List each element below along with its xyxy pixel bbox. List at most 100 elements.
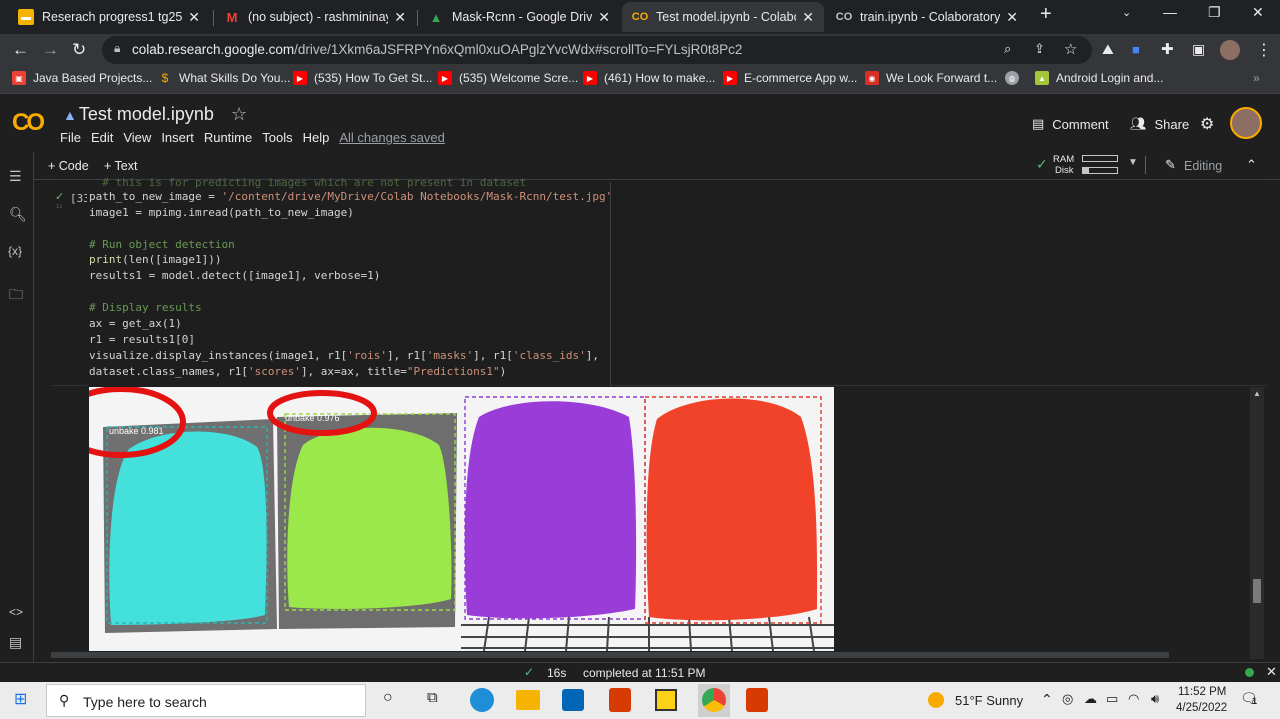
sticky-notes-icon[interactable] xyxy=(655,689,677,711)
prediction-output-image: unbake 0.981 unbake 0.976 xyxy=(89,387,834,651)
share-page-icon[interactable]: ⇪ xyxy=(1034,41,1045,57)
forward-icon[interactable]: → xyxy=(42,40,59,60)
notebook-title[interactable]: ▲ Test model.ipynb ☆ xyxy=(63,104,247,125)
back-icon[interactable]: ← xyxy=(12,40,29,60)
tab-gmail[interactable]: M (no subject) - rashmininayan ✕ xyxy=(214,2,416,32)
close-icon[interactable]: ✕ xyxy=(1006,9,1018,26)
comment-button[interactable]: ▤ Comment xyxy=(1032,116,1109,132)
close-icon[interactable]: ✕ xyxy=(188,9,200,26)
browser-tab-strip: ▬ Reserach progress1 tg254 - G ✕ M (no s… xyxy=(0,0,1280,34)
volume-icon[interactable]: 🔊︎ xyxy=(1151,691,1159,707)
bookmark-star-icon[interactable]: ☆ xyxy=(1064,40,1077,58)
horizontal-scrollbar[interactable] xyxy=(51,652,1169,658)
folder-icon[interactable]: 🗀 xyxy=(9,284,23,308)
address-input[interactable]: 🔒︎ colab.research.google.com/drive/1Xkm6… xyxy=(102,36,1092,64)
minimize-icon[interactable]: — xyxy=(1163,4,1177,20)
restore-icon[interactable]: ❐ xyxy=(1208,4,1221,21)
menu-file[interactable]: File xyxy=(60,130,81,145)
store-icon[interactable] xyxy=(562,689,584,711)
toc-icon[interactable]: ☰ xyxy=(9,168,22,185)
bookmark-item[interactable]: $ What Skills Do You... xyxy=(158,71,291,85)
windows-start-icon[interactable]: ⊞ xyxy=(14,689,27,709)
clock-date[interactable]: 4/25/2022 xyxy=(1176,702,1227,714)
add-code-button[interactable]: + Code xyxy=(48,159,89,173)
office-icon[interactable] xyxy=(746,688,768,712)
cloud-icon[interactable]: ☁ xyxy=(1084,691,1097,707)
menu-runtime[interactable]: Runtime xyxy=(204,130,252,145)
menu-help[interactable]: Help xyxy=(303,130,330,145)
extension-icon[interactable]: ⛰ xyxy=(1102,41,1114,58)
menu-edit[interactable]: Edit xyxy=(91,130,113,145)
globe-icon: ◍ xyxy=(1005,71,1019,85)
puzzle-icon[interactable]: ✚ xyxy=(1161,40,1174,58)
wifi-icon[interactable]: ◠ xyxy=(1128,691,1139,707)
meet-icon[interactable]: ◎ xyxy=(1062,691,1073,707)
cortana-icon[interactable]: ○ xyxy=(383,689,393,707)
close-icon[interactable]: ✕ xyxy=(394,9,406,26)
side-panel-icon[interactable]: ▣ xyxy=(1192,41,1205,58)
colab-logo[interactable]: CO xyxy=(12,109,45,137)
detection-label-2: unbake 0.976 xyxy=(285,413,340,423)
bookmarks-overflow-icon[interactable]: » xyxy=(1253,71,1260,85)
bookmark-item[interactable]: ◍ xyxy=(1005,71,1026,85)
file-explorer-icon[interactable] xyxy=(516,690,540,710)
scrollbar-thumb[interactable] xyxy=(1253,579,1261,603)
run-status-icon[interactable]: ✓ xyxy=(55,190,64,203)
bookmark-item[interactable]: ▣ Java Based Projects... xyxy=(12,71,152,85)
weather-text[interactable]: 51°F Sunny xyxy=(955,693,1023,708)
kebab-menu-icon[interactable]: ⋮ xyxy=(1256,40,1272,60)
reload-icon[interactable]: ↻ xyxy=(72,40,86,60)
menu-insert[interactable]: Insert xyxy=(161,130,194,145)
terminal-icon[interactable]: ▤ xyxy=(9,634,22,651)
close-window-icon[interactable]: ✕ xyxy=(1252,4,1264,21)
chevron-up-icon[interactable]: ⌃ xyxy=(1246,157,1257,173)
chevron-up-icon[interactable]: ⌃ xyxy=(1041,691,1053,708)
bookmark-item[interactable]: ◉ We Look Forward t... xyxy=(865,71,997,85)
menu-tools[interactable]: Tools xyxy=(262,130,292,145)
office-icon[interactable] xyxy=(609,688,631,712)
avatar[interactable] xyxy=(1230,107,1262,139)
code-snippets-icon[interactable]: <> xyxy=(9,605,23,619)
avatar[interactable] xyxy=(1220,40,1240,60)
close-icon[interactable]: ✕ xyxy=(598,9,610,26)
completed-status[interactable]: completed at 11:51 PM xyxy=(583,666,706,680)
close-icon[interactable]: ✕ xyxy=(802,9,814,26)
edge-icon[interactable] xyxy=(470,688,494,712)
menu-view[interactable]: View xyxy=(123,130,151,145)
taskbar-search-input[interactable]: ⚲ Type here to search xyxy=(46,684,366,717)
bookmark-item[interactable]: ▲ Android Login and... xyxy=(1035,71,1163,85)
save-status[interactable]: All changes saved xyxy=(339,130,445,145)
tab-train[interactable]: CO train.ipynb - Colaboratory ✕ xyxy=(826,2,1028,32)
clock-time[interactable]: 11:52 PM xyxy=(1178,686,1226,698)
output-scrollbar[interactable]: ▲ xyxy=(1250,387,1264,659)
battery-icon[interactable]: ▭ xyxy=(1106,691,1118,707)
editing-status[interactable]: Editing xyxy=(1184,159,1222,173)
zoom-icon[interactable]: ⌕ xyxy=(1004,41,1011,57)
ram-meter[interactable] xyxy=(1082,155,1118,162)
tab-search-icon[interactable]: ⌄ xyxy=(1122,6,1131,19)
connection-status-dot[interactable] xyxy=(1245,668,1254,677)
new-tab-button[interactable]: + xyxy=(1040,3,1052,26)
scroll-up-icon[interactable]: ▲ xyxy=(1253,389,1261,398)
gear-icon[interactable]: ⚙ xyxy=(1200,114,1214,134)
code-editor[interactable]: # this is for predicting images which ar… xyxy=(87,176,612,386)
extension-icon[interactable]: ■ xyxy=(1132,42,1140,57)
code-cell[interactable]: ✓ 1s [33] # this is for predicting image… xyxy=(51,176,1267,386)
task-view-icon[interactable]: ⧉ xyxy=(427,689,438,706)
chrome-icon[interactable] xyxy=(702,688,726,712)
tab-google-drive[interactable]: ▲ Mask-Rcnn - Google Drive ✕ xyxy=(418,2,620,32)
bookmark-item[interactable]: ▶ E-commerce App w... xyxy=(723,71,857,85)
close-icon[interactable]: ✕ xyxy=(1266,664,1277,680)
execution-time[interactable]: 16s xyxy=(547,666,566,680)
bookmark-item[interactable]: ▶ (535) Welcome Scre... xyxy=(438,71,578,85)
variables-icon[interactable]: {x} xyxy=(8,244,22,258)
search-icon[interactable]: 🔍︎ xyxy=(9,206,27,223)
share-button[interactable]: 👥︎ Share xyxy=(1130,116,1189,132)
star-icon[interactable]: ☆ xyxy=(231,104,247,124)
chevron-down-icon[interactable]: ▼ xyxy=(1128,157,1138,168)
tab-test-model[interactable]: CO Test model.ipynb - Colaborat ✕ xyxy=(622,2,824,32)
bookmark-item[interactable]: ▶ (535) How To Get St... xyxy=(293,71,433,85)
add-text-button[interactable]: + Text xyxy=(104,159,137,173)
tab-research-progress[interactable]: ▬ Reserach progress1 tg254 - G ✕ xyxy=(8,2,210,32)
bookmark-item[interactable]: ▶ (461) How to make... xyxy=(583,71,715,85)
